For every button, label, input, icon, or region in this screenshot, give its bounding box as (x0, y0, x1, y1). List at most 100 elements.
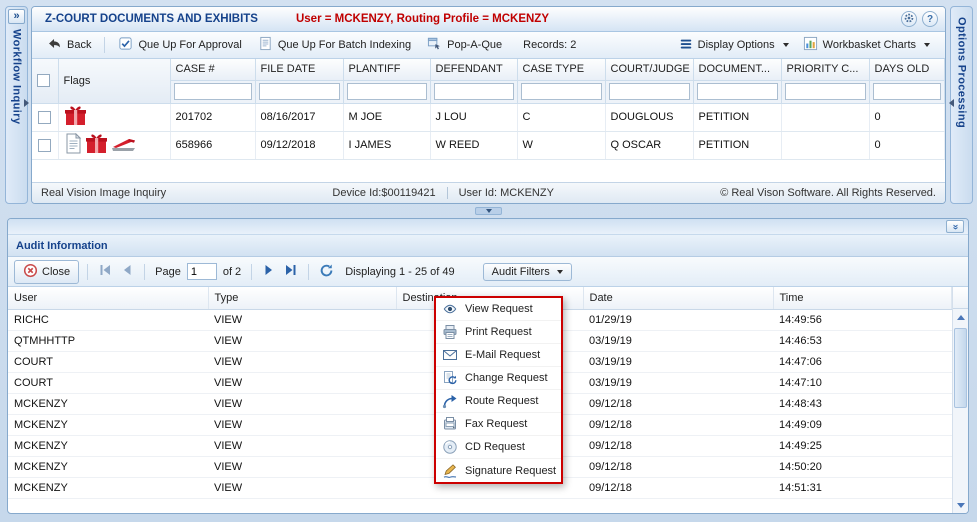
filter-input-priority-code[interactable] (784, 83, 866, 100)
filter-input-days-old[interactable] (872, 83, 941, 100)
toolbar-separator (104, 37, 106, 53)
menu-item-route-request[interactable]: Route Request (436, 390, 561, 413)
column-header-date[interactable]: Date (583, 287, 774, 310)
workbasket-charts-button[interactable]: Workbasket Charts (796, 33, 937, 57)
documents-panel: Z-COURT DOCUMENTS AND EXHIBITS User = MC… (31, 6, 946, 204)
fax-icon (441, 416, 458, 433)
arrow-up-icon (956, 314, 965, 320)
page-number-input[interactable] (186, 263, 217, 280)
chevron-down-icon (924, 43, 930, 47)
sidebar-workflow-inquiry[interactable]: » Workflow Inquiry (5, 6, 29, 204)
prev-page-button[interactable] (118, 263, 136, 281)
scrollbar-thumb[interactable] (954, 328, 967, 408)
options-processing-label: Options Processing (955, 17, 968, 129)
pop-a-que-button[interactable]: Pop-A-Que (420, 33, 509, 57)
arrow-down-icon (956, 502, 965, 508)
column-header-case-type[interactable]: CASE TYPE (517, 59, 606, 81)
next-page-button[interactable] (260, 263, 278, 281)
prev-page-icon (120, 263, 134, 280)
next-page-icon (262, 263, 276, 280)
column-header-document-type[interactable]: DOCUMENT... (693, 59, 782, 81)
toolbar-separator (87, 263, 89, 280)
page-title: Z-COURT DOCUMENTS AND EXHIBITS (45, 13, 258, 25)
audit-toolbar: Close Page of 2 Displaying 1 - 25 of 49 … (8, 257, 968, 287)
filter-input-court-judge[interactable] (608, 83, 690, 100)
last-page-button[interactable] (282, 263, 300, 281)
column-header-days-old[interactable]: DAYS OLD (869, 59, 945, 81)
refresh-icon (319, 263, 334, 281)
menu-item-cd-request[interactable]: CD Request (436, 436, 561, 459)
filter-input-case-number[interactable] (173, 83, 252, 100)
column-header-court-judge[interactable]: COURT/JUDGE (605, 59, 694, 81)
select-all-checkbox[interactable] (37, 74, 50, 88)
column-header-defendant[interactable]: DEFENDANT (430, 59, 518, 81)
documents-panel-header: Z-COURT DOCUMENTS AND EXHIBITS User = MC… (32, 7, 945, 32)
audit-collapse-button[interactable]: » (946, 220, 964, 233)
document-row[interactable]: 658966 09/12/2018 I JAMES W REED W Q OSC… (32, 131, 945, 160)
document-icon (64, 132, 82, 157)
filter-input-document-type[interactable] (696, 83, 778, 100)
menu-item-change-request[interactable]: Change Request (436, 367, 561, 390)
scroll-down-button[interactable] (953, 497, 968, 513)
status-copyright: © Real Vison Software. All Rights Reserv… (720, 187, 936, 199)
display-options-button[interactable]: Display Options (672, 34, 796, 57)
close-button[interactable]: Close (14, 259, 80, 284)
menu-item-email-request[interactable]: E-Mail Request (436, 344, 561, 367)
page-label: Page (155, 265, 181, 278)
filter-input-plantiff[interactable] (346, 83, 427, 100)
menu-item-fax-request[interactable]: Fax Request (436, 413, 561, 436)
audit-filters-menu: View Request Print Request E-Mail Reques… (434, 296, 563, 484)
double-chevron-right-icon: » (13, 10, 20, 22)
pop-a-que-icon (427, 36, 442, 54)
filter-input-case-type[interactable] (520, 83, 602, 100)
refresh-button[interactable] (317, 263, 335, 281)
column-header-case-number[interactable]: CASE # (170, 59, 256, 81)
chevron-down-icon (782, 43, 789, 47)
gift-icon (85, 133, 108, 157)
menu-item-print-request[interactable]: Print Request (436, 321, 561, 344)
status-user-id: User Id: MCKENZY (458, 187, 554, 199)
row-checkbox[interactable] (38, 110, 52, 124)
column-header-time[interactable]: Time (773, 287, 952, 310)
column-header-flags[interactable]: Flags (58, 59, 171, 104)
settings-button[interactable] (901, 11, 917, 27)
first-page-button[interactable] (96, 263, 114, 281)
document-row[interactable]: 201702 08/16/2017 M JOE J LOU C DOUGLOUS… (32, 103, 945, 132)
toolbar-separator (144, 263, 146, 280)
last-page-icon (284, 263, 298, 280)
splitter-collapse-handle[interactable] (475, 206, 502, 215)
scrollbar-track[interactable] (953, 325, 968, 497)
menu-item-signature-request[interactable]: Signature Request (436, 459, 561, 482)
sidebar-options-processing[interactable]: Options Processing (949, 6, 973, 204)
filter-input-file-date[interactable] (258, 83, 340, 100)
options-mini-expand-arrow[interactable] (949, 99, 954, 107)
column-header-priority-code[interactable]: PRIORITY C... (781, 59, 870, 81)
vertical-scrollbar[interactable] (952, 287, 968, 513)
documents-toolbar: Back Que Up For Approval Que Up For Batc… (32, 32, 945, 59)
first-page-icon (98, 263, 112, 280)
column-header-plantiff[interactable]: PLANTIFF (343, 59, 431, 81)
row-checkbox[interactable] (38, 138, 52, 152)
workflow-mini-expand-arrow[interactable] (24, 99, 29, 107)
envelope-icon (441, 347, 458, 364)
help-button[interactable]: ? (922, 11, 938, 27)
scroll-up-button[interactable] (953, 309, 968, 325)
back-button[interactable]: Back (40, 33, 98, 57)
status-bar: Real Vision Image Inquiry Device Id:$001… (32, 182, 945, 203)
audit-filters-button[interactable]: Audit Filters (482, 262, 572, 281)
menu-item-view-request[interactable]: View Request (436, 298, 561, 321)
filter-input-defendant[interactable] (433, 83, 514, 100)
documents-grid-area: Flags CASE # FILE DATE PLANTIFF DEFENDAN… (32, 59, 945, 182)
panel-splitter[interactable] (31, 205, 946, 216)
column-header-user[interactable]: User (8, 287, 209, 310)
gift-icon (64, 105, 87, 129)
column-header-type[interactable]: Type (208, 287, 397, 310)
que-up-for-approval-button[interactable]: Que Up For Approval (111, 33, 248, 57)
double-chevron-down-icon: » (950, 223, 961, 230)
back-arrow-icon (47, 36, 62, 54)
page-of-label: of 2 (222, 265, 242, 278)
expand-workflow-button[interactable]: » (8, 9, 25, 24)
que-up-for-batch-indexing-button[interactable]: Que Up For Batch Indexing (251, 33, 418, 57)
column-header-file-date[interactable]: FILE DATE (255, 59, 344, 81)
app-root: » Workflow Inquiry Options Processing Z-… (0, 0, 977, 522)
